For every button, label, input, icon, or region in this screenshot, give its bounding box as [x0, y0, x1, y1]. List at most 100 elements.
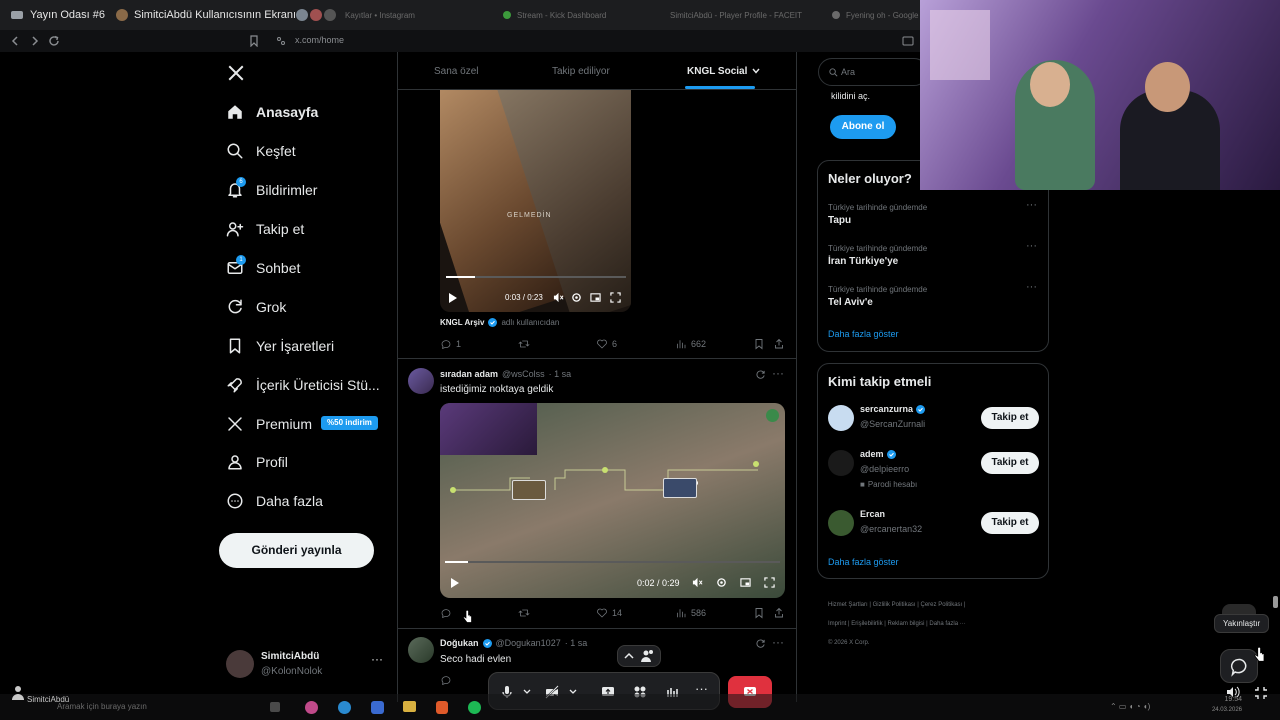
reply-button[interactable]: 1 [440, 338, 461, 350]
footer-ads-info[interactable]: Reklam bilgisi [888, 621, 925, 627]
nav-item-4[interactable]: Takip et [226, 220, 304, 238]
chat-button[interactable] [1220, 649, 1258, 683]
trend-item[interactable]: Türkiye tarihinde gündemde Tapu ··· [828, 199, 1038, 226]
forward-icon[interactable] [29, 35, 41, 47]
browser-tab-kick[interactable]: Stream - Kick Dashboard [503, 0, 606, 30]
follow-button[interactable]: Takip et [981, 452, 1039, 474]
cast-icon[interactable] [902, 36, 914, 46]
taskbar-app-icon[interactable] [305, 701, 318, 714]
tray-icons[interactable]: ⌃ ▭ ◖ ◔ ◖) [1110, 702, 1150, 711]
url-field[interactable]: x.com/home [295, 35, 344, 45]
browser-tab-faceit[interactable]: SimitciAbdü - Player Profile - FACEIT [670, 0, 802, 30]
like-button[interactable]: 14 [596, 607, 622, 619]
trend-more-icon[interactable]: ··· [1026, 281, 1037, 293]
bookmark-icon[interactable] [753, 607, 765, 619]
search-input[interactable]: Ara [818, 58, 928, 86]
share-icon[interactable] [773, 607, 785, 619]
site-info-icon[interactable] [276, 36, 286, 46]
nav-item-5[interactable]: 1 Sohbet [226, 255, 300, 277]
post3-author[interactable]: Doğukan [440, 638, 479, 648]
like-button[interactable]: 6 [596, 338, 617, 350]
footer-more[interactable]: Daha fazla ··· [929, 621, 965, 627]
footer-privacy[interactable]: Gizlilik Politikası [873, 602, 916, 608]
trend-more-icon[interactable]: ··· [1026, 199, 1037, 211]
follow-suggestion[interactable]: adem @delpieerro ■ Parodi hesabı Takip et [828, 449, 1040, 489]
post2-author[interactable]: sıradan adam [440, 369, 498, 379]
repost-button[interactable] [518, 338, 530, 350]
bookmark-page-icon[interactable] [249, 35, 259, 47]
grok-icon[interactable] [755, 369, 766, 380]
who-show-more[interactable]: Daha fazla göster [828, 557, 899, 567]
post2-video[interactable]: 0:02 / 0:29 [440, 403, 785, 598]
trend-item[interactable]: Türkiye tarihinde gündemde Tel Aviv'e ··· [828, 281, 1038, 308]
views-button[interactable]: 586 [675, 607, 706, 619]
tab-following[interactable]: Takip ediliyor [552, 66, 610, 77]
taskbar-search[interactable]: Aramak için buraya yazın [57, 702, 147, 711]
reactions-toggle[interactable] [617, 645, 661, 667]
mute-icon[interactable] [692, 577, 703, 588]
play-icon[interactable] [450, 577, 460, 589]
share-icon[interactable] [773, 338, 785, 350]
follow-button[interactable]: Takip et [981, 407, 1039, 429]
post-button[interactable]: Gönderi yayınla [219, 533, 374, 568]
settings-icon[interactable] [716, 577, 727, 588]
reply-button[interactable] [440, 607, 452, 619]
trends-show-more[interactable]: Daha fazla göster [828, 329, 899, 339]
nav-item-3[interactable]: 6 Bildirimler [226, 177, 317, 199]
post2-avatar[interactable] [408, 368, 434, 394]
settings-icon[interactable] [571, 292, 582, 303]
brave-icon[interactable] [436, 701, 448, 714]
file-explorer-icon[interactable] [403, 701, 416, 712]
tab-kngl-social[interactable]: KNGL Social [687, 66, 761, 77]
post3-avatar[interactable] [408, 637, 434, 663]
browser-tab-instagram[interactable]: Kayıtlar • Instagram [345, 0, 415, 30]
browser-tab-google[interactable]: Fyening oh - Google [832, 0, 919, 30]
play-icon[interactable] [448, 292, 458, 304]
trend-item[interactable]: Türkiye tarihinde gündemde İran Türkiye'y… [828, 240, 1038, 267]
volume-icon[interactable] [1226, 686, 1240, 698]
repost-button[interactable] [518, 607, 530, 619]
edge-icon[interactable] [338, 701, 351, 714]
nav-item-6[interactable]: Grok [226, 298, 286, 316]
account-switcher[interactable]: SimitciAbdü @KolonNolok ··· [226, 648, 386, 684]
reload-icon[interactable] [48, 35, 60, 47]
clock-date[interactable]: 24.03.2026 [1202, 707, 1242, 713]
footer-cookies[interactable]: Çerez Politikası [921, 602, 963, 608]
back-icon[interactable] [9, 35, 21, 47]
nav-item-1[interactable]: Anasayfa [226, 103, 318, 121]
views-button[interactable]: 662 [675, 338, 706, 350]
post1-source[interactable]: KNGL Arşiv adlı kullanıcıdan [440, 318, 559, 327]
nav-item-2[interactable]: Keşfet [226, 142, 296, 160]
bookmark-icon[interactable] [753, 338, 765, 350]
fullscreen-icon[interactable] [764, 577, 775, 588]
post1-video[interactable]: GELMEDİN 0:03 / 0:23 [440, 90, 631, 312]
post2-handle[interactable]: @wsColss [502, 369, 545, 379]
nav-item-9[interactable]: Premium [226, 415, 312, 433]
taskbar-app-icon[interactable] [371, 701, 384, 714]
post3-more-icon[interactable]: ··· [772, 635, 784, 649]
follow-suggestion[interactable]: sercanzurna @SercanZurnali Takip et [828, 404, 1040, 444]
fullscreen-exit-icon[interactable] [1254, 686, 1268, 700]
footer-imprint[interactable]: Imprint [828, 621, 846, 627]
pip-icon[interactable] [590, 292, 601, 303]
follow-button[interactable]: Takip et [981, 512, 1039, 534]
subscribe-button[interactable]: Abone ol [830, 115, 896, 139]
nav-item-10[interactable]: Profil [226, 453, 288, 471]
nav-item-11[interactable]: Daha fazla [226, 492, 323, 510]
spotify-icon[interactable] [468, 701, 481, 714]
video-progress-track[interactable] [445, 561, 780, 563]
video-progress-track[interactable] [446, 276, 626, 278]
post2-more-icon[interactable]: ··· [772, 366, 784, 380]
footer-terms[interactable]: Hizmet Şartları [828, 602, 868, 608]
pip-icon[interactable] [740, 577, 751, 588]
x-logo-icon[interactable] [227, 64, 245, 82]
nav-item-7[interactable]: Yer İşaretleri [226, 337, 334, 355]
account-more-icon[interactable]: ··· [371, 652, 383, 666]
follow-suggestion[interactable]: Ercan @ercanertan32 Takip et [828, 509, 1040, 549]
reply-icon[interactable] [440, 674, 452, 686]
nav-item-8[interactable]: İçerik Üreticisi Stü... [226, 376, 380, 394]
fullscreen-icon[interactable] [610, 292, 621, 303]
page-scrollbar[interactable] [1273, 596, 1278, 608]
mute-icon[interactable] [553, 292, 564, 303]
grok-icon[interactable] [755, 638, 766, 649]
